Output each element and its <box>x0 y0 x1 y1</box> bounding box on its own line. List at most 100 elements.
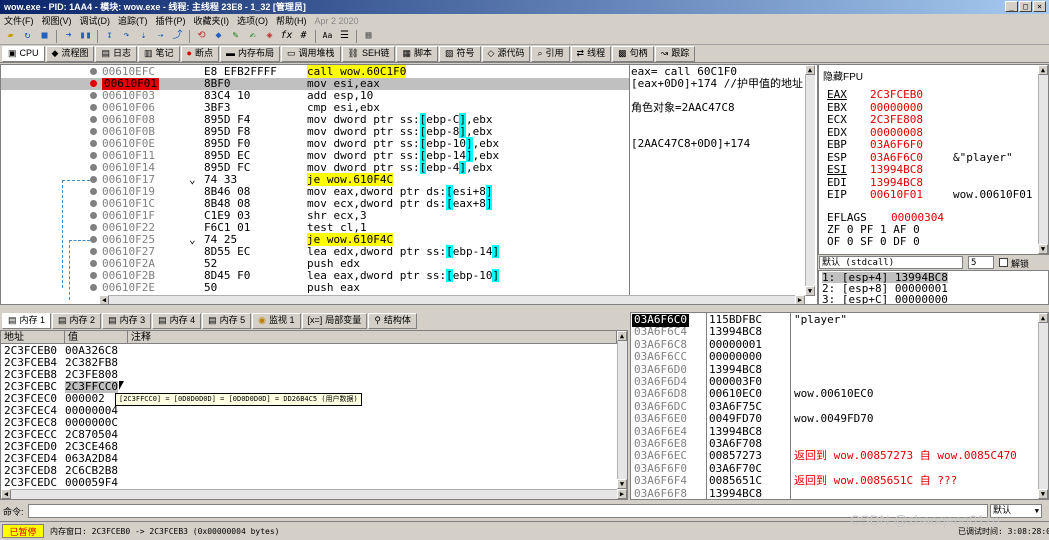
register-value[interactable]: 00610F01 <box>870 188 923 201</box>
scroll-right-icon[interactable]: ▶ <box>617 489 627 499</box>
maximize-icon[interactable]: □ <box>1019 1 1032 12</box>
disasm-scrollbar[interactable]: ▲ ▼ <box>805 65 815 296</box>
stack-row[interactable]: 03A6F6C4 13994BC8 <box>631 326 1048 339</box>
font-icon[interactable]: Aa <box>320 29 335 43</box>
register-value[interactable]: 00000000 <box>870 101 923 114</box>
register-row[interactable]: ESP 03A6F6C0 &"player" <box>827 151 1013 164</box>
register-value[interactable]: 13994BC8 <box>870 176 923 189</box>
calculator-icon[interactable]: ▦ <box>361 29 376 43</box>
stack-row[interactable]: 03A6F6C0 115BDFBC "player" <box>631 313 1048 327</box>
scroll-right-icon[interactable]: ▶ <box>795 295 805 304</box>
execute-till-return-icon[interactable]: ⟲ <box>194 29 209 43</box>
register-row[interactable]: EAX 2C3FCEB0 <box>827 89 923 101</box>
argument-row[interactable]: 3: [esp+C] 00000000 <box>822 294 948 304</box>
disasm-hscrollbar[interactable]: ◀ ▶ <box>99 295 805 304</box>
breakpoint-dot-icon[interactable] <box>90 212 97 219</box>
dump-scrollbar[interactable]: ▲ ▼ <box>617 331 627 489</box>
breakpoint-dot-icon[interactable] <box>90 260 97 267</box>
scroll-left-icon[interactable]: ◀ <box>1 489 11 499</box>
menu-item[interactable]: 收藏夹(I) <box>190 14 234 28</box>
breakpoint-dot-icon[interactable] <box>90 68 97 75</box>
breakpoint-dot-icon[interactable] <box>90 272 97 279</box>
comment-icon[interactable]: ✍ <box>245 29 260 43</box>
checkbox-icon[interactable] <box>999 258 1008 267</box>
tab-内存-1[interactable]: ▤ 内存 1 <box>2 312 52 329</box>
tab-结构体[interactable]: ⚲ 结构体 <box>368 312 417 329</box>
open-icon[interactable]: ▰ <box>3 29 18 43</box>
function-icon[interactable]: fx <box>279 29 294 43</box>
arguments-pane[interactable]: 1: [esp+4] 13994BC8 2: [esp+8] 00000001 3:… <box>818 270 1049 305</box>
dump-col-value[interactable]: 值 <box>65 331 128 344</box>
hide-fpu-button[interactable]: 隐藏FPU <box>823 68 863 83</box>
memory-dump-pane[interactable]: 地址 值 注释 ▲ ▼ ◀ ▶ 2C3FCEB0 00A326C8 2C3FCEB4… <box>0 330 628 500</box>
trace-into-icon[interactable]: ⇣ <box>136 29 151 43</box>
step-over-icon[interactable]: ↷ <box>119 29 134 43</box>
registers-pane[interactable]: 隐藏FPU ▲ ▼ EAX 2C3FCEB0 EBX 00000000 ECX 2C3FE… <box>818 64 1049 255</box>
register-value[interactable]: 03A6F6C0 <box>870 151 923 164</box>
run-to-user-icon[interactable]: ⤴ <box>170 29 185 43</box>
animate-icon[interactable]: ◆ <box>211 29 226 43</box>
breakpoint-dot-icon[interactable] <box>90 104 97 111</box>
tab-threads[interactable]: ⇄ 线程 <box>570 45 612 62</box>
breakpoint-dot-icon[interactable] <box>90 116 97 123</box>
register-value[interactable]: 2C3FCEB0 <box>870 88 923 101</box>
breakpoint-dot-icon[interactable] <box>90 176 97 183</box>
patch-icon[interactable]: ✎ <box>228 29 243 43</box>
menu-item[interactable]: 帮助(H) <box>272 14 311 28</box>
breakpoint-dot-icon[interactable] <box>90 80 97 87</box>
stack-row[interactable]: 03A6F6F8 13994BC8 <box>631 487 1048 499</box>
register-row[interactable]: EDX 00000008 <box>827 126 923 139</box>
run-icon[interactable]: ➜ <box>61 29 76 43</box>
scroll-down-icon[interactable]: ▼ <box>1038 244 1048 254</box>
breakpoint-dot-icon[interactable] <box>90 140 97 147</box>
menu-item[interactable]: 插件(P) <box>152 14 190 28</box>
breakpoint-dot-icon[interactable] <box>90 164 97 171</box>
stack-row[interactable]: 03A6F6EC 00857273 返回到 wow.00857273 自 wow.0… <box>631 450 1048 463</box>
label-icon[interactable]: ◈ <box>262 29 277 43</box>
tab-内存-5[interactable]: ▤ 内存 5 <box>202 312 252 329</box>
register-row[interactable]: ESI 13994BC8 <box>827 164 923 176</box>
tab-cpu[interactable]: ▣ CPU <box>2 45 45 62</box>
disassembly-pane[interactable]: ▲ ▼ ◀ ▶ EIP00610EFCE8 EFB2FFFFcall wow.6… <box>0 64 818 305</box>
stack-pane[interactable]: ▲ ▼ 03A6F6C0 115BDFBC "player" 03A6F6C4 1399… <box>630 312 1049 500</box>
dump-col-comment[interactable]: 注释 <box>128 331 617 344</box>
register-value[interactable]: 00000008 <box>870 126 923 139</box>
dump-hscrollbar[interactable]: ◀ ▶ <box>1 489 627 499</box>
regs-scrollbar[interactable]: ▲ ▼ <box>1038 65 1048 254</box>
tab-breakpoint[interactable]: ● 断点 <box>180 45 219 62</box>
tab-graph[interactable]: ◆ 流程图 <box>45 45 95 62</box>
breakpoint-dot-icon[interactable] <box>90 152 97 159</box>
stack-row[interactable]: 03A6F6D0 13994BC8 <box>631 363 1048 377</box>
tab-内存-4[interactable]: ▤ 内存 4 <box>152 312 202 329</box>
scroll-up-icon[interactable]: ▲ <box>1038 65 1048 75</box>
scroll-up-icon[interactable]: ▲ <box>805 65 815 75</box>
breakpoint-dot-icon[interactable] <box>90 128 97 135</box>
tab-trace[interactable]: ↝ 跟踪 <box>654 45 696 62</box>
tab-seh[interactable]: ⛓ SEH链 <box>341 45 396 62</box>
restart-icon[interactable]: ↻ <box>20 29 35 43</box>
stack-row[interactable]: 03A6F6E4 13994BC8 <box>631 425 1048 439</box>
tab-notes[interactable]: ▥ 笔记 <box>138 45 180 62</box>
tab-log[interactable]: ▤ 日志 <box>95 45 137 62</box>
tab-references[interactable]: ⌕ 引用 <box>531 45 570 62</box>
tab-memory-map[interactable]: ▬ 内存布局 <box>219 45 280 62</box>
breakpoint-dot-icon[interactable] <box>90 224 97 231</box>
list-icon[interactable]: ☰ <box>337 29 352 43</box>
flags-row[interactable]: OF 0 SF 0 DF 0 <box>827 236 920 248</box>
call-convention-select[interactable]: 默认 (stdcall) <box>819 256 963 269</box>
breakpoint-dot-icon[interactable] <box>90 284 97 291</box>
close-icon[interactable]: × <box>1033 1 1046 12</box>
close-debug-icon[interactable]: ■ <box>37 29 52 43</box>
dump-col-address[interactable]: 地址 <box>1 331 65 344</box>
menu-item[interactable]: 调试(D) <box>76 14 115 28</box>
register-value[interactable]: 03A6F6F0 <box>870 138 923 151</box>
breakpoint-dot-icon[interactable] <box>90 236 97 243</box>
register-value[interactable]: 13994BC8 <box>870 163 923 176</box>
dump-value[interactable]: 000059F4 <box>65 477 118 489</box>
hash-icon[interactable]: # <box>296 29 311 43</box>
minimize-icon[interactable]: _ <box>1005 1 1018 12</box>
register-value[interactable]: 2C3FE808 <box>870 113 923 126</box>
tab-script[interactable]: ▦ 脚本 <box>396 45 439 62</box>
step-into-icon[interactable]: ↧ <box>102 29 117 43</box>
register-row[interactable]: EBP 03A6F6F0 <box>827 139 923 151</box>
